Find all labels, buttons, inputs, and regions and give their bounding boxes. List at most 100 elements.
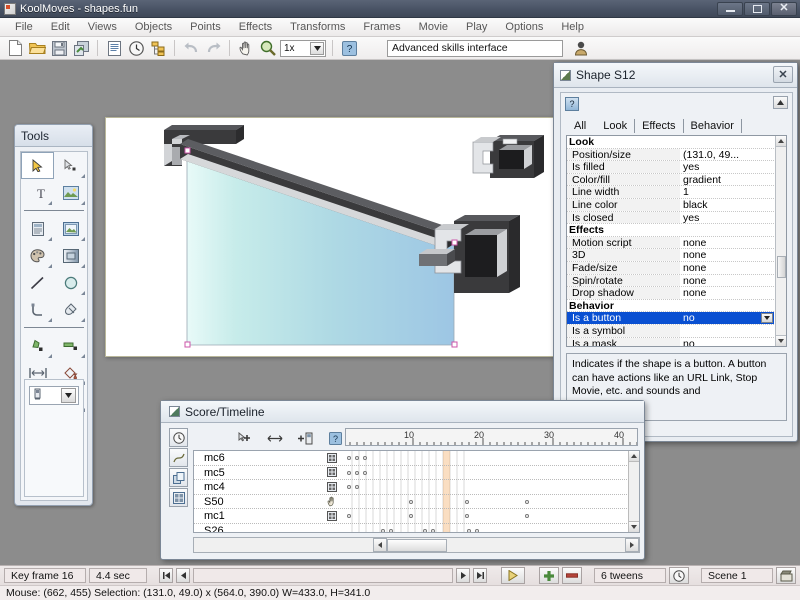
interface-mode-combo[interactable]: Advanced skills interface bbox=[387, 40, 563, 57]
export-icon[interactable] bbox=[71, 39, 91, 58]
track-cells[interactable] bbox=[345, 495, 639, 509]
eraser-tool[interactable] bbox=[54, 296, 87, 323]
tween-clock-icon[interactable] bbox=[669, 567, 689, 584]
play-icon[interactable] bbox=[501, 567, 525, 584]
timing-clock-icon[interactable] bbox=[126, 39, 146, 58]
menu-help[interactable]: Help bbox=[552, 19, 593, 35]
redo-icon[interactable] bbox=[203, 39, 223, 58]
add-frame-icon[interactable] bbox=[539, 567, 559, 584]
track-row-s50[interactable]: S50 bbox=[194, 495, 639, 510]
tracks-vertical-scrollbar[interactable] bbox=[628, 451, 639, 532]
select-points-tool[interactable] bbox=[54, 152, 87, 179]
prev-frame-icon[interactable] bbox=[176, 568, 190, 583]
scroll-up-icon[interactable] bbox=[776, 136, 786, 147]
remove-frame-icon[interactable] bbox=[562, 567, 582, 584]
user-icon[interactable] bbox=[571, 39, 591, 58]
save-file-icon[interactable] bbox=[49, 39, 69, 58]
timeline-horizontal-scrollbar[interactable] bbox=[193, 537, 640, 553]
menu-file[interactable]: File bbox=[6, 19, 42, 35]
chevron-down-icon[interactable] bbox=[310, 42, 324, 55]
frame-slider-track[interactable] bbox=[193, 568, 453, 583]
zoom-magnifier-icon[interactable] bbox=[258, 39, 278, 58]
next-frame-icon[interactable] bbox=[456, 568, 470, 583]
menu-objects[interactable]: Objects bbox=[126, 19, 181, 35]
close-button[interactable]: ✕ bbox=[771, 2, 797, 16]
scroll-left-icon[interactable] bbox=[373, 538, 387, 552]
property-list[interactable]: Look Position/size(131.0, 49... Is fille… bbox=[566, 135, 787, 347]
track-row-mc4[interactable]: mc4 bbox=[194, 480, 639, 495]
chevron-down-icon[interactable] bbox=[61, 388, 76, 403]
scroll-down-icon[interactable] bbox=[629, 521, 639, 532]
image-tool[interactable] bbox=[54, 179, 87, 206]
stretch-frames-icon[interactable] bbox=[267, 430, 283, 446]
track-cells[interactable] bbox=[345, 451, 639, 465]
scene-icon[interactable] bbox=[776, 567, 796, 584]
tab-look[interactable]: Look bbox=[596, 119, 635, 133]
scroll-right-icon[interactable] bbox=[625, 538, 639, 552]
chevron-down-icon[interactable] bbox=[761, 313, 773, 323]
menu-movie[interactable]: Movie bbox=[410, 19, 457, 35]
timeline-tracks[interactable]: mc6 mc5 mc4 bbox=[193, 450, 640, 533]
add-point-tool[interactable] bbox=[21, 332, 54, 359]
track-row-mc1[interactable]: mc1 bbox=[194, 509, 639, 524]
timeline-ruler[interactable]: 10 20 30 40 bbox=[345, 428, 638, 446]
menu-points[interactable]: Points bbox=[181, 19, 230, 35]
menu-options[interactable]: Options bbox=[496, 19, 552, 35]
first-frame-icon[interactable] bbox=[159, 568, 173, 583]
pan-hand-icon[interactable] bbox=[236, 39, 256, 58]
maximize-button[interactable] bbox=[744, 2, 770, 16]
menu-frames[interactable]: Frames bbox=[354, 19, 409, 35]
minimize-button[interactable] bbox=[717, 2, 743, 16]
open-file-icon[interactable] bbox=[27, 39, 47, 58]
menu-play[interactable]: Play bbox=[457, 19, 496, 35]
track-row-s26[interactable]: S26 bbox=[194, 524, 639, 534]
tool-options-combo[interactable] bbox=[29, 386, 79, 405]
new-file-icon[interactable] bbox=[5, 39, 25, 58]
line-tool[interactable] bbox=[21, 269, 54, 296]
delete-point-tool[interactable] bbox=[54, 332, 87, 359]
menu-edit[interactable]: Edit bbox=[42, 19, 79, 35]
frame-properties-icon[interactable] bbox=[169, 488, 188, 507]
ellipse-tool[interactable] bbox=[54, 269, 87, 296]
track-row-mc6[interactable]: mc6 bbox=[194, 451, 639, 466]
scrollbar-thumb[interactable] bbox=[777, 256, 786, 278]
gradient-tool[interactable] bbox=[54, 242, 87, 269]
text-tool[interactable]: T bbox=[21, 179, 54, 206]
tab-effects[interactable]: Effects bbox=[635, 119, 683, 133]
motion-path-icon[interactable] bbox=[169, 448, 188, 467]
track-row-mc5[interactable]: mc5 bbox=[194, 466, 639, 481]
copy-frames-icon[interactable] bbox=[169, 468, 188, 487]
media-tool[interactable] bbox=[54, 215, 87, 242]
color-palette-tool[interactable] bbox=[21, 242, 54, 269]
help-icon[interactable]: ? bbox=[339, 39, 359, 58]
menu-views[interactable]: Views bbox=[79, 19, 126, 35]
menu-effects[interactable]: Effects bbox=[230, 19, 281, 35]
track-cells[interactable] bbox=[345, 466, 639, 480]
close-icon[interactable]: ✕ bbox=[773, 66, 793, 83]
add-keyframe-icon[interactable] bbox=[237, 430, 253, 446]
tree-view-icon[interactable] bbox=[148, 39, 168, 58]
menu-transforms[interactable]: Transforms bbox=[281, 19, 354, 35]
insert-frame-icon[interactable] bbox=[297, 430, 313, 446]
track-cells[interactable] bbox=[345, 480, 639, 494]
undo-icon[interactable] bbox=[181, 39, 201, 58]
property-list-scrollbar[interactable] bbox=[775, 136, 786, 346]
select-tool[interactable] bbox=[21, 152, 54, 179]
last-frame-icon[interactable] bbox=[473, 568, 487, 583]
track-cells[interactable] bbox=[345, 509, 639, 523]
collapse-up-icon[interactable] bbox=[773, 96, 788, 109]
shape-library-tool[interactable] bbox=[21, 215, 54, 242]
zoom-level-combo[interactable]: 1x bbox=[280, 40, 326, 57]
stage-canvas[interactable] bbox=[109, 121, 554, 353]
tab-all[interactable]: All bbox=[567, 119, 596, 133]
scroll-down-icon[interactable] bbox=[776, 335, 786, 346]
help-icon[interactable]: ? bbox=[565, 97, 579, 111]
timing-clock-icon[interactable] bbox=[169, 428, 188, 447]
tab-behavior[interactable]: Behavior bbox=[684, 119, 742, 133]
track-cells[interactable] bbox=[345, 524, 639, 534]
properties-icon[interactable] bbox=[104, 39, 124, 58]
curve-tool[interactable] bbox=[21, 296, 54, 323]
scroll-up-icon[interactable] bbox=[629, 451, 639, 462]
help-icon[interactable]: ? bbox=[327, 430, 343, 446]
hscrollbar-thumb[interactable] bbox=[387, 539, 447, 552]
